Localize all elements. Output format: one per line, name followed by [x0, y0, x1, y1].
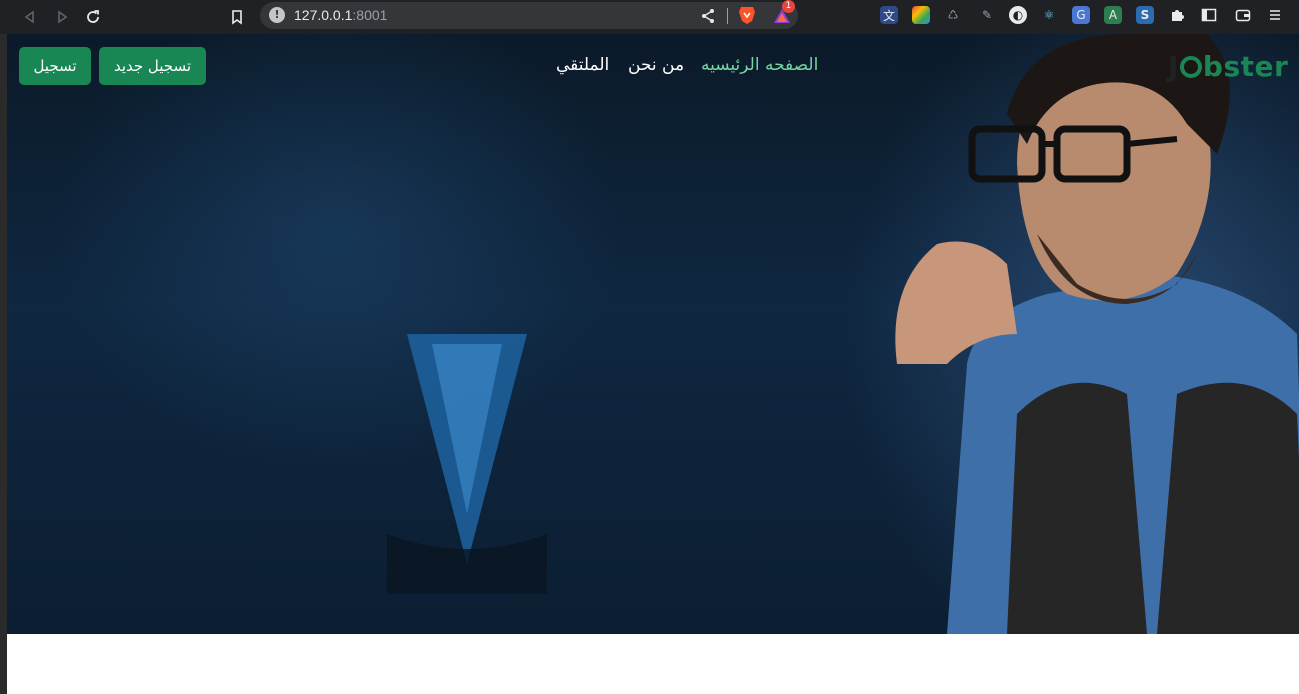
colorful-ext-icon[interactable] [912, 6, 930, 24]
page-content-area [7, 634, 1299, 694]
logo-letter-j: J [1168, 49, 1179, 83]
reload-icon[interactable] [81, 5, 105, 29]
react-devtools-icon[interactable]: ⚛ [1040, 6, 1058, 24]
s-ext-icon[interactable]: S [1136, 6, 1154, 24]
nav-link-forum[interactable]: الملتقي [556, 55, 609, 75]
address-bar[interactable]: ! 127.0.0.1:8001 1 [260, 0, 798, 29]
back-icon[interactable] [18, 5, 42, 29]
site-logo[interactable]: Jbster [1168, 48, 1288, 84]
signup-button[interactable]: تسجيل جديد [99, 47, 206, 85]
brave-shields-icon[interactable] [738, 5, 756, 25]
rewards-badge: 1 [782, 0, 795, 13]
site-info-icon[interactable]: ! [269, 7, 285, 23]
nav-link-home[interactable]: الصفحه الرئيسيه [701, 55, 818, 75]
recycle-ext-icon[interactable]: ♺ [944, 6, 962, 24]
login-button[interactable]: تسجيل [19, 47, 91, 85]
extensions-puzzle-icon[interactable] [1168, 6, 1186, 24]
dictionary-ext-icon[interactable]: A [1104, 6, 1122, 24]
pen-ext-icon[interactable]: ✎ [978, 6, 996, 24]
person-photo [895, 34, 1299, 634]
nav-link-about[interactable]: من نحن [628, 55, 684, 75]
logo-text: bster [1202, 49, 1289, 83]
share-icon[interactable] [698, 6, 718, 26]
hero-background-image [7, 34, 1299, 634]
monitor-stand-graphic [387, 334, 547, 594]
sidebar-toggle-icon[interactable] [1200, 6, 1218, 24]
translate-ext-icon[interactable]: 文 [880, 6, 898, 24]
bookmark-icon[interactable] [225, 5, 249, 29]
browser-toolbar: ! 127.0.0.1:8001 1 文 ♺ ✎ ◐ ⚛ G A S [0, 0, 1299, 34]
url-port: :8001 [352, 7, 388, 23]
wallet-icon[interactable] [1234, 6, 1252, 24]
forward-icon[interactable] [50, 5, 74, 29]
omnibox-divider [727, 8, 728, 24]
menu-icon[interactable] [1266, 6, 1284, 24]
url-text[interactable]: 127.0.0.1:8001 [294, 7, 387, 23]
url-host: 127.0.0.1 [294, 7, 353, 23]
logo-ring-icon [1179, 56, 1202, 78]
circle-ext-icon[interactable]: ◐ [1009, 6, 1027, 24]
window-edge [0, 34, 7, 694]
google-translate-icon[interactable]: G [1072, 6, 1090, 24]
